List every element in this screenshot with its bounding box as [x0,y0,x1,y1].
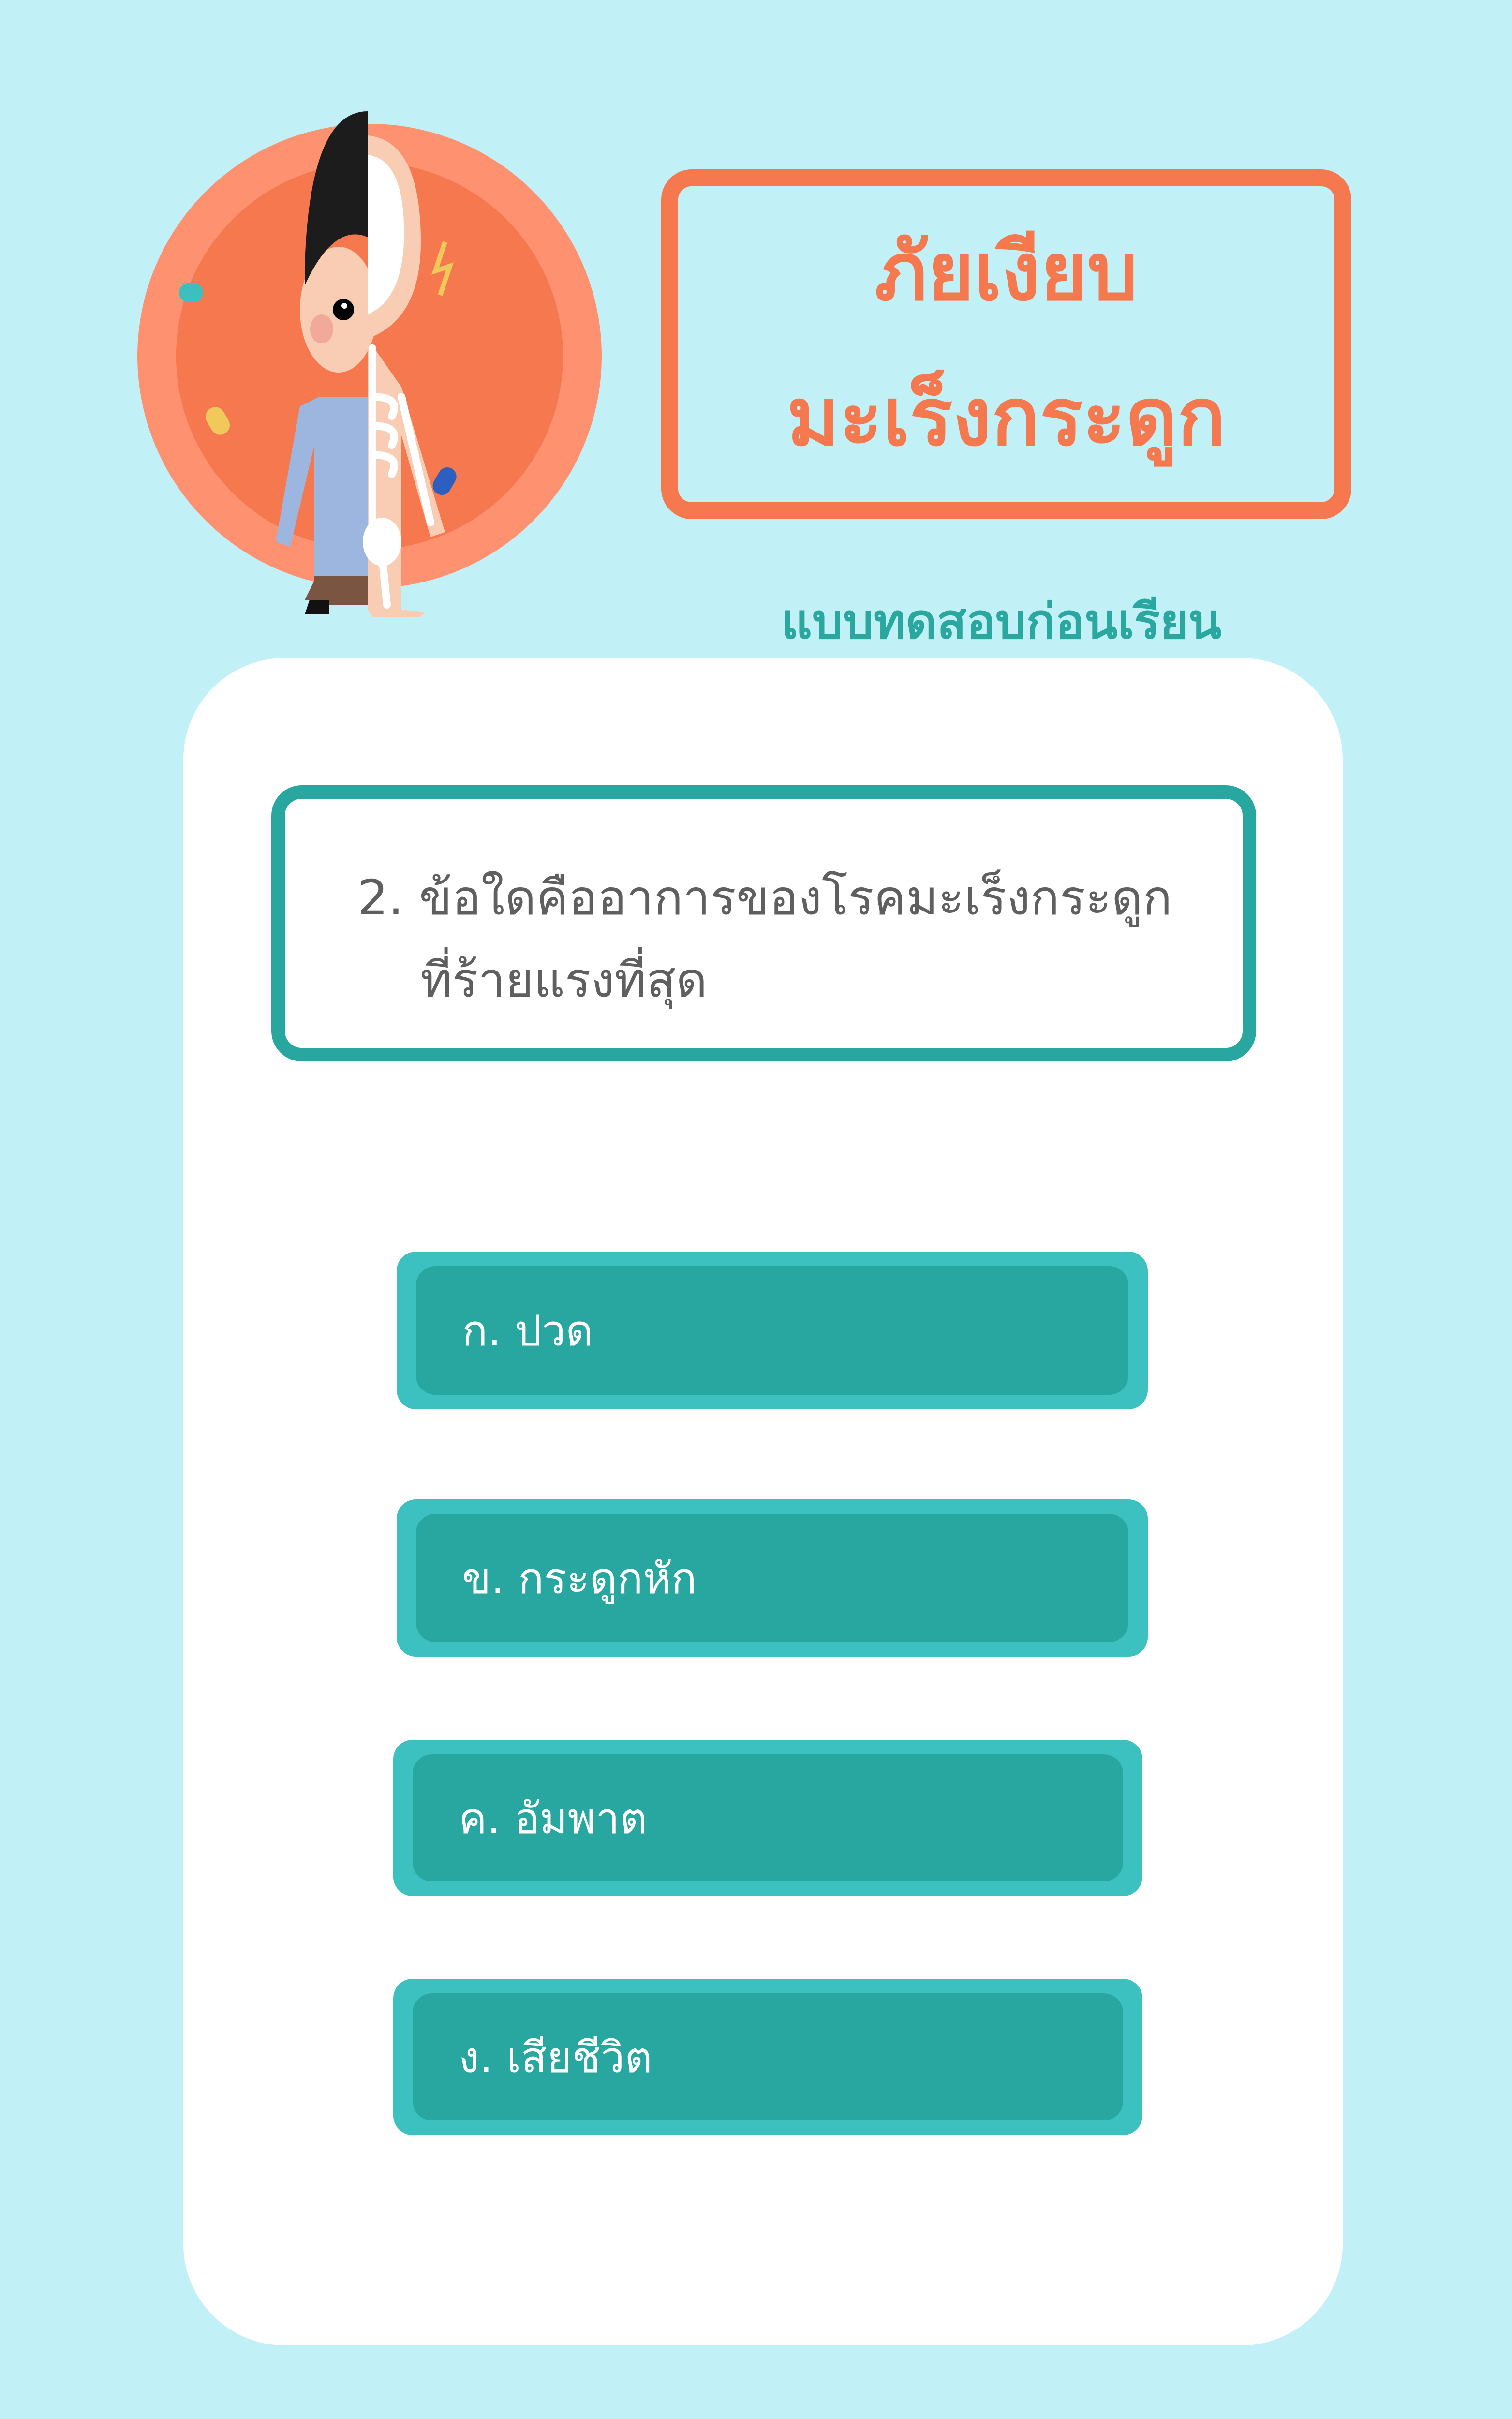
question-line-1: ข้อใดคืออาการของโรคมะเร็งกระดูก [419,869,1172,926]
option-d-label: ง. เสียชีวิต [413,1993,1123,2120]
question-line-2: ที่ร้ายแรงที่สุด [420,952,708,1008]
option-c-button[interactable]: ค. อัมพาต [393,1740,1142,1896]
skeleton-man-illustration [137,111,602,617]
question-text: 2. ข้อใดคืออาการของโรคมะเร็งกระดูก ที่ร้… [357,857,1204,1021]
option-b-button[interactable]: ข. กระดูกหัก [397,1499,1148,1657]
question-number: 2. [357,869,404,926]
title-box: ภัยเงียบ มะเร็งกระดูก [661,169,1351,519]
option-d-button[interactable]: ง. เสียชีวิต [393,1979,1142,2135]
option-a-button[interactable]: ก. ปวด [397,1252,1148,1409]
subtitle: แบบทดสอบก่อนเรียน [781,593,1222,650]
title-line-1: ภัยเงียบ [875,225,1138,318]
question-box: 2. ข้อใดคืออาการของโรคมะเร็งกระดูก ที่ร้… [271,785,1256,1061]
option-c-label: ค. อัมพาต [413,1754,1123,1881]
title-line-2: มะเร็งกระดูก [786,370,1226,463]
option-a-label: ก. ปวด [416,1266,1128,1395]
option-b-label: ข. กระดูกหัก [416,1514,1128,1642]
